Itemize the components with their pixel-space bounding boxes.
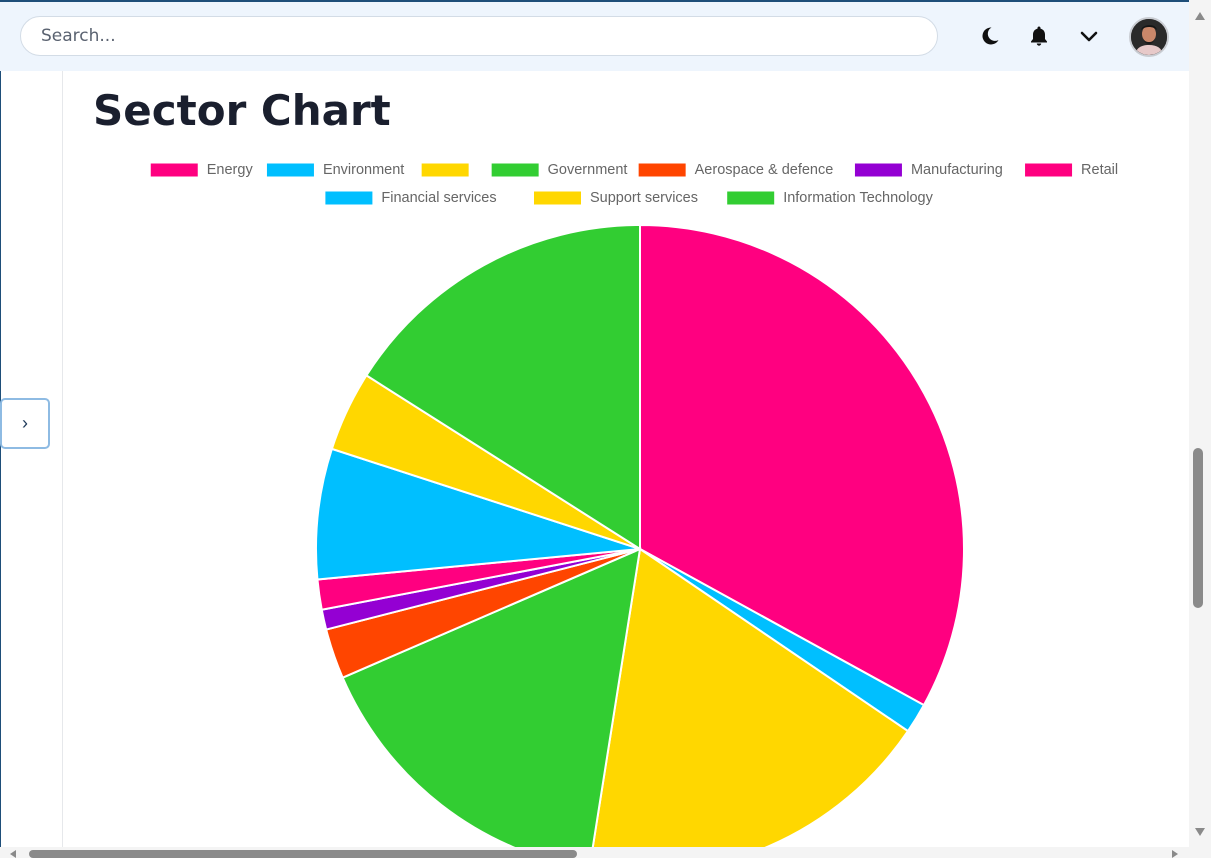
- top-bar: [0, 2, 1189, 71]
- chevron-down-icon[interactable]: [1077, 24, 1101, 48]
- bell-icon[interactable]: [1027, 24, 1051, 48]
- legend-label-8: Support services: [590, 190, 698, 206]
- legend-label-3: Government: [548, 162, 628, 178]
- legend-label-0: Energy: [207, 162, 254, 178]
- legend-swatch-2: [421, 163, 469, 177]
- search-input[interactable]: [20, 16, 938, 56]
- legend-swatch-7: [325, 191, 373, 205]
- avatar[interactable]: [1129, 17, 1169, 57]
- legend-label-1: Environment: [323, 162, 404, 178]
- legend-label-5: Manufacturing: [911, 162, 1003, 178]
- legend-swatch-5: [854, 163, 902, 177]
- sidebar-toggle-button[interactable]: ›: [0, 398, 50, 449]
- chevron-right-icon: ›: [22, 413, 28, 433]
- horizontal-scroll-thumb[interactable]: [29, 850, 577, 858]
- vertical-scrollbar[interactable]: [1189, 0, 1211, 858]
- legend-label-4: Aerospace & defence: [695, 162, 834, 178]
- legend-swatch-0: [150, 163, 198, 177]
- legend-label-9: Information Technology: [783, 190, 933, 206]
- vertical-scroll-thumb[interactable]: [1193, 448, 1203, 608]
- chart-legend: Energy Environment Government Aerospace & d…: [150, 162, 1118, 206]
- moon-icon[interactable]: [977, 24, 1001, 48]
- legend-swatch-6: [1025, 163, 1073, 177]
- legend-label-7: Financial services: [381, 190, 496, 206]
- legend-swatch-1: [266, 163, 314, 177]
- pie-slices: [315, 223, 965, 850]
- legend-swatch-4: [638, 163, 686, 177]
- legend-swatch-3: [491, 163, 539, 177]
- legend-swatch-9: [727, 191, 775, 205]
- sector-pie-chart: Energy Environment Government Aerospace & d…: [150, 162, 1118, 850]
- legend-swatch-8: [534, 191, 581, 205]
- legend-label-6: Retail: [1081, 162, 1118, 178]
- page-title: Sector Chart: [93, 86, 391, 135]
